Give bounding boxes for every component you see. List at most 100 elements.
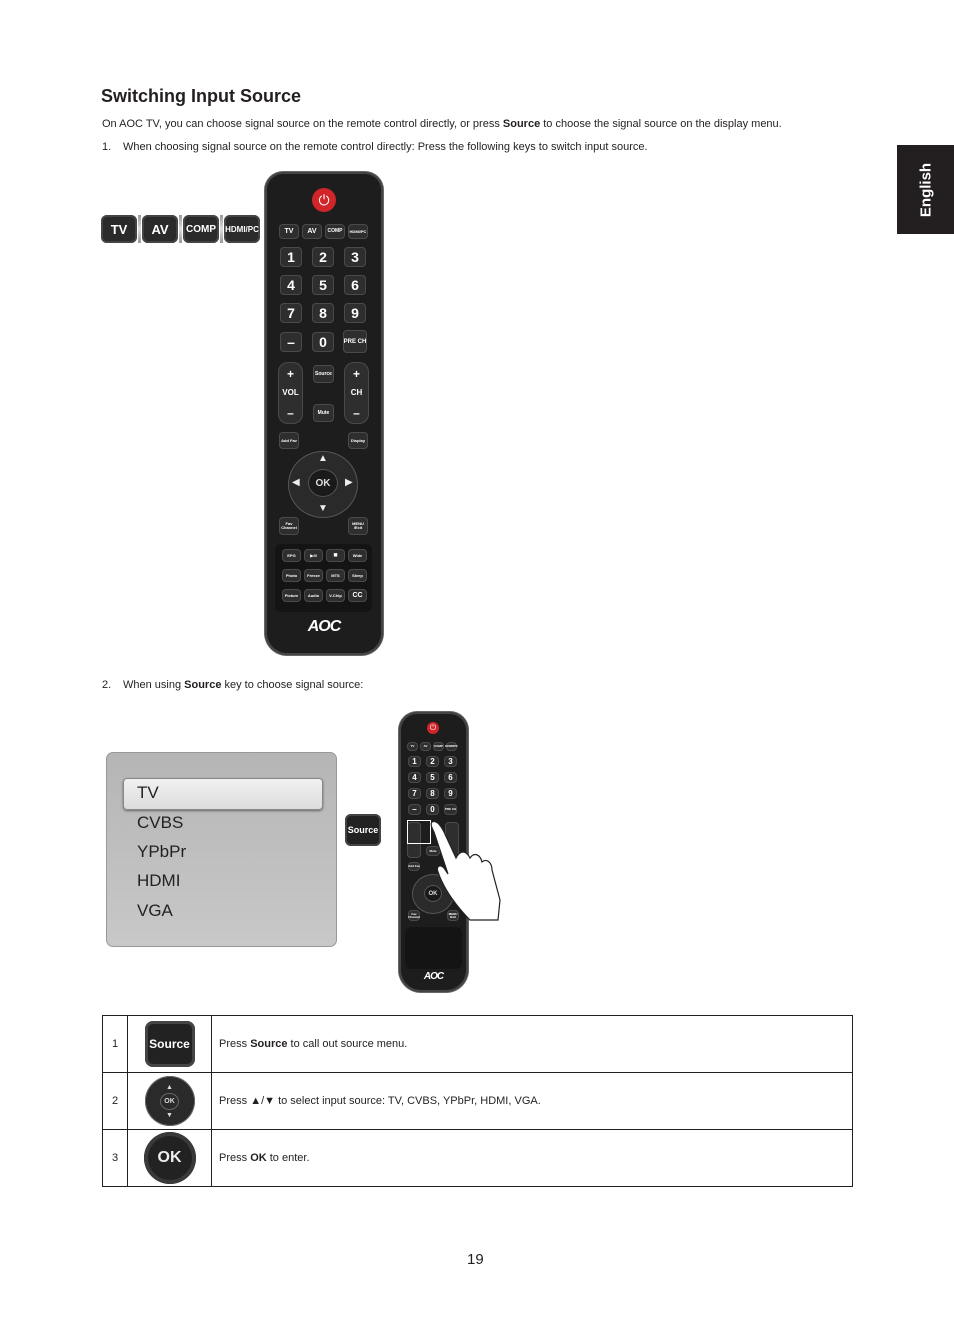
intro-bold: Source [502,118,541,130]
digit-key: 1 [408,756,421,767]
step-icon-cell: Source [127,1015,212,1073]
step-text: When using [123,679,185,691]
up-arrow-icon: ▲ [318,453,328,464]
remote-input-key: TV [407,742,418,751]
tv-key: TV [101,215,137,243]
source-menu: TV CVBS YPbPr HDMI VGA [106,752,337,947]
remote-input-key: HDMI/PC [445,742,458,751]
step-number: 3 [102,1129,128,1187]
source-key-illustration: Source [345,814,381,846]
aoc-logo: AOC [307,618,342,635]
remote-comp-key: COMP [325,224,345,239]
digit-key: 2 [426,756,439,767]
ok-label: OK [160,1092,179,1110]
digit-key: 5 [426,772,439,783]
digit-7: 7 [280,303,302,323]
key-separator [138,215,141,243]
step-icon-cell: ▲ OK ▼ [127,1072,212,1130]
digit-key: 9 [444,788,457,799]
vol-plus: + [286,367,294,381]
up-arrow-icon: ▲ [166,1083,173,1091]
step-bold: Source [184,679,222,691]
digit-6: 6 [344,275,366,295]
table-row: 2 ▲ OK ▼ Press ▲/▼ to select input source: T… [102,1072,853,1130]
page-title: Switching Input Source [101,86,302,106]
menu-item-ypbpr[interactable]: YPbPr [137,842,186,862]
desc-pre: Press [219,1038,251,1050]
digit-key: 0 [426,804,439,815]
vol-minus: – [287,406,294,420]
dpad-icon: ▲ OK ▼ [144,1076,195,1126]
key-separator [220,215,223,243]
function-key: CC [348,589,367,602]
step-2-instruction: 2. When using Source key to choose signal… [102,679,363,691]
function-key-panel [405,927,462,969]
step-description: Press ▲/▼ to select input source: TV, CV… [211,1072,853,1130]
function-key: Freeze [304,569,323,582]
table-row: 3 OK Press OK to enter. [102,1129,853,1187]
function-key: V-Chip [326,589,345,602]
left-arrow-icon: ◀ [292,477,300,488]
remote-input-key: COMP [433,742,444,751]
ok-button-icon: OK [143,1132,196,1184]
menu-item-vga[interactable]: VGA [137,901,173,921]
desc-pre: Press [219,1095,251,1107]
function-key: ■ [326,549,345,562]
comp-key: COMP [183,215,219,243]
digit-key: 7 [408,788,421,799]
function-key: Picture [282,589,301,602]
ok-key: OK [308,469,338,497]
av-key: AV [142,215,178,243]
page-number: 19 [467,1251,484,1268]
step-number: 1 [102,1015,128,1073]
function-key: Photo [282,569,301,582]
desc-post: to enter. [266,1152,310,1164]
menu-item-hdmi[interactable]: HDMI [137,871,180,891]
menu-item-cvbs[interactable]: CVBS [137,813,183,833]
digit-2: 2 [312,247,334,267]
desc-bold: OK [250,1152,267,1164]
digit-key: PRE CH [444,804,457,815]
digit-0: 0 [312,332,334,352]
digit-9: 9 [344,303,366,323]
steps-table: 1 Source Press Source to call out source m… [102,1015,853,1187]
function-key: MTS [326,569,345,582]
digit-8: 8 [312,303,334,323]
remote-control-large: ⏻ TV AV COMP HDMI/PC 1 2 3 4 5 6 7 8 9 –… [265,172,383,655]
function-key: EPG [282,549,301,562]
step-number: 2. [102,679,112,691]
intro-text-end: to choose the signal source on the displ… [540,118,782,130]
function-key: Wide [348,549,367,562]
digit-key: 4 [408,772,421,783]
step-description: Press OK to enter. [211,1129,853,1187]
function-key: Sleep [348,569,367,582]
source-button-icon: Source [144,1021,195,1067]
step-number: 2 [102,1072,128,1130]
intro-text: On AOC TV, you can choose signal source … [102,118,503,130]
remote-tv-key: TV [279,224,299,239]
step-description: Press Source to call out source menu. [211,1015,853,1073]
dash-key: – [280,332,302,352]
desc-post: to call out source menu. [287,1038,408,1050]
mute-key: Mute [313,404,334,422]
menu-item-tv[interactable]: TV [137,783,159,803]
digit-key: 6 [444,772,457,783]
prev-ch-key: PRE CH [343,330,367,353]
hdmi-pc-key: HDMI/PC [224,215,260,243]
digit-key: – [408,804,421,815]
add-fav-key: Add Fav [279,432,299,449]
vol-label: VOL [282,388,299,397]
step-text: When choosing signal source on the remot… [123,141,648,153]
digit-key: 3 [444,756,457,767]
intro-paragraph: On AOC TV, you can choose signal source … [102,118,782,130]
step-icon-cell: OK [127,1129,212,1187]
right-arrow-icon: ▶ [345,477,353,488]
digit-4: 4 [280,275,302,295]
hand-pointer-icon [430,820,501,921]
ch-label: CH [350,388,363,397]
desc-bold: Source [250,1038,288,1050]
source-key: Source [313,365,334,383]
desc-pre: Press [219,1152,251,1164]
digit-key: 8 [426,788,439,799]
desc-post: ▲/▼ to select input source: TV, CVBS, YP… [250,1095,541,1107]
